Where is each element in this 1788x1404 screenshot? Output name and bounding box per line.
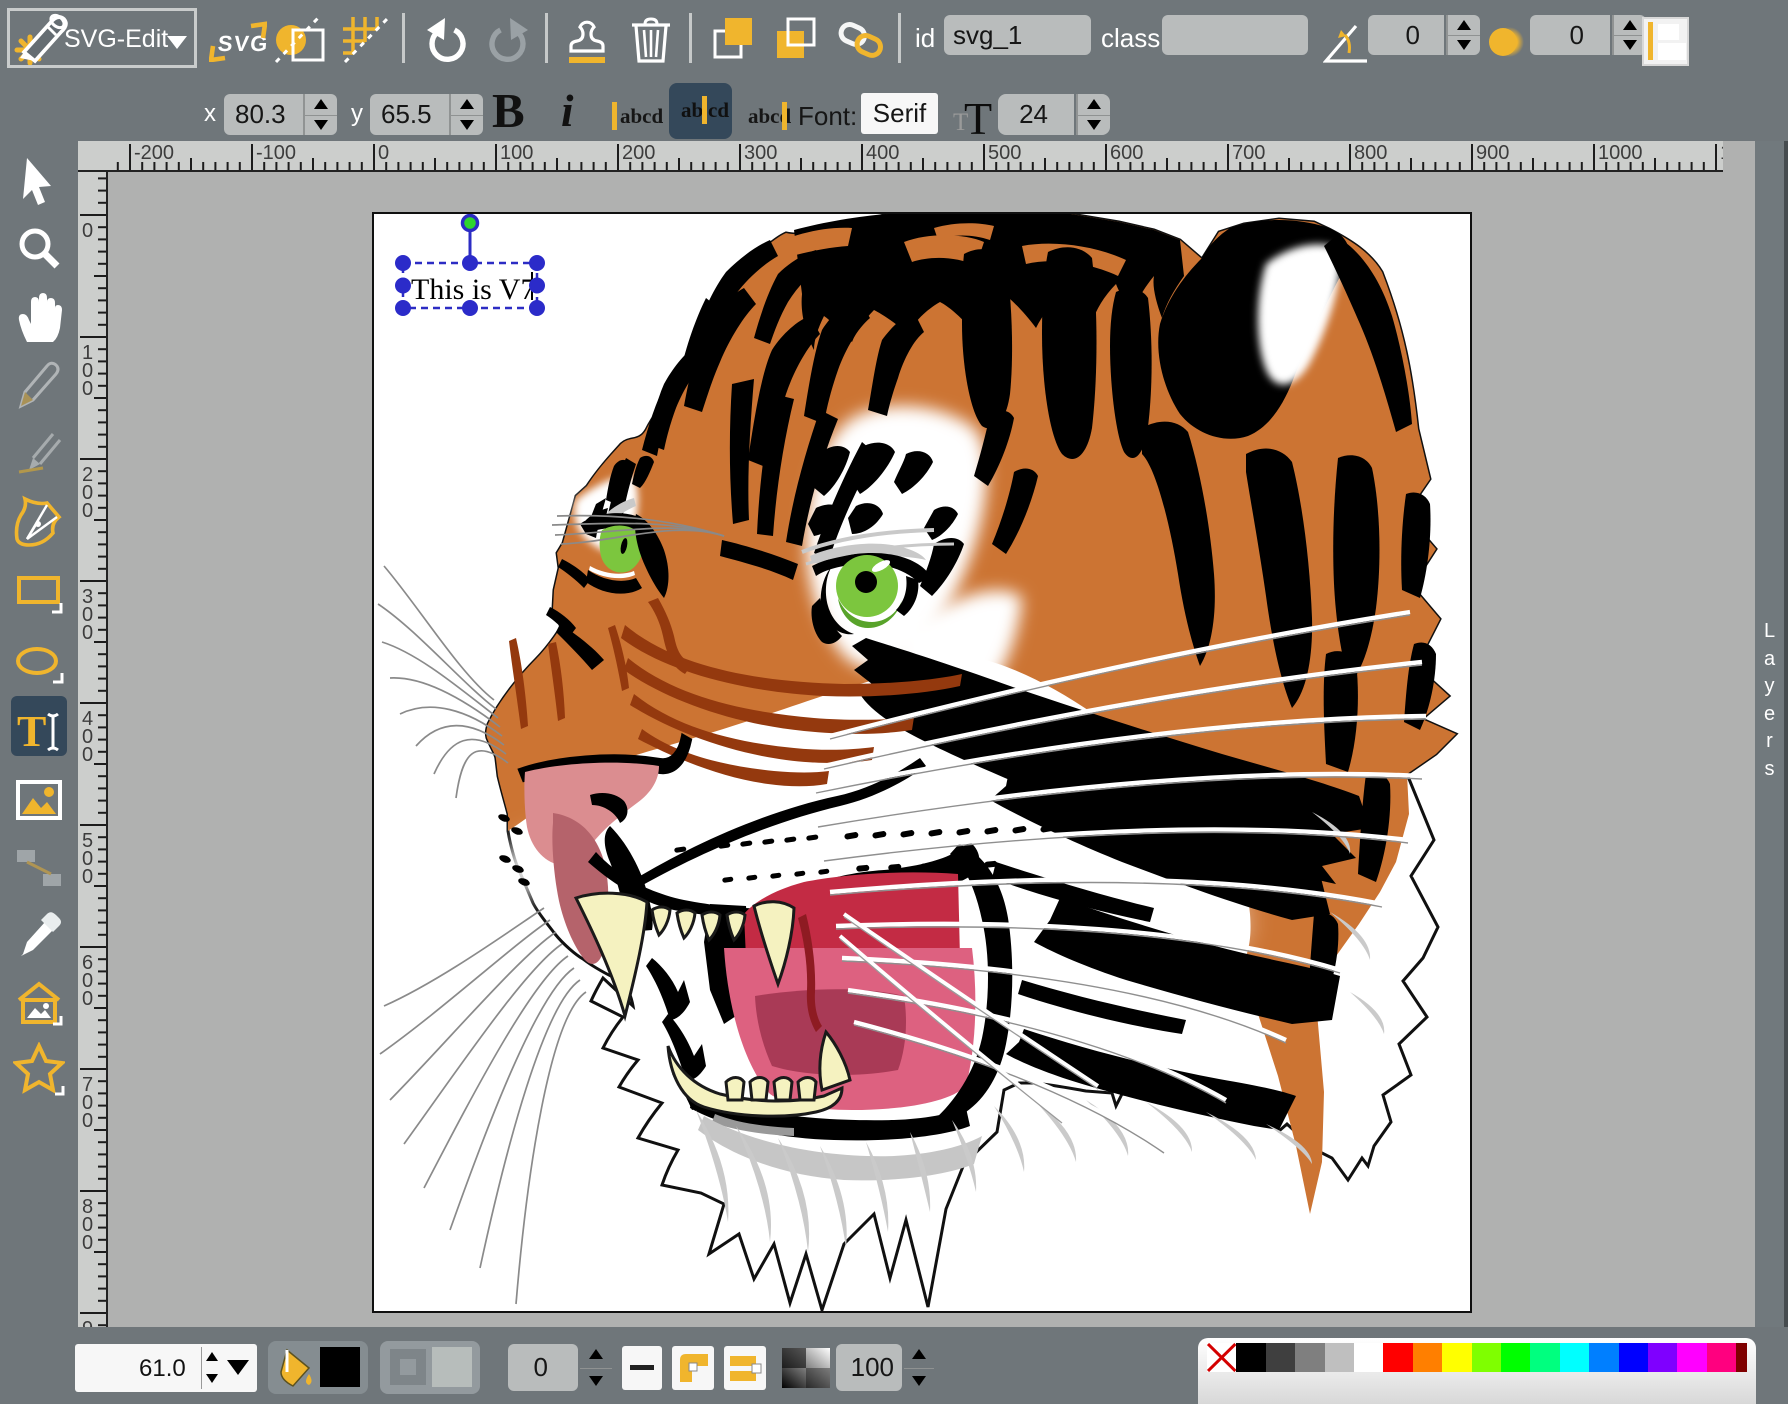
svg-text:700: 700 [82,1074,93,1132]
svg-text:100: 100 [82,342,93,400]
svg-text:900: 900 [82,1318,93,1327]
svg-text:300: 300 [82,586,93,644]
svg-text:300: 300 [744,142,777,164]
svg-text:800: 800 [82,1196,93,1254]
svg-text:T: T [17,707,46,756]
svg-text:1000: 1000 [1598,142,1643,164]
svg-text:900: 900 [1476,142,1509,164]
svg-text:600: 600 [1110,142,1143,164]
svg-text:400: 400 [82,708,93,766]
svg-text:-200: -200 [134,142,174,164]
svg-text:800: 800 [1354,142,1387,164]
svg-text:500: 500 [82,830,93,888]
svg-text:500: 500 [988,142,1021,164]
svg-text:200: 200 [622,142,655,164]
svg-text:700: 700 [1232,142,1265,164]
svg-text:-100: -100 [256,142,296,164]
svg-text:600: 600 [82,952,93,1010]
svg-text:0: 0 [378,142,389,164]
svg-text:400: 400 [866,142,899,164]
svg-text:1100: 1100 [1720,142,1723,164]
svg-text:100: 100 [500,142,533,164]
svg-text:200: 200 [82,464,93,522]
svg-text:0: 0 [82,220,93,242]
svg-text:SVG: SVG [217,31,267,56]
